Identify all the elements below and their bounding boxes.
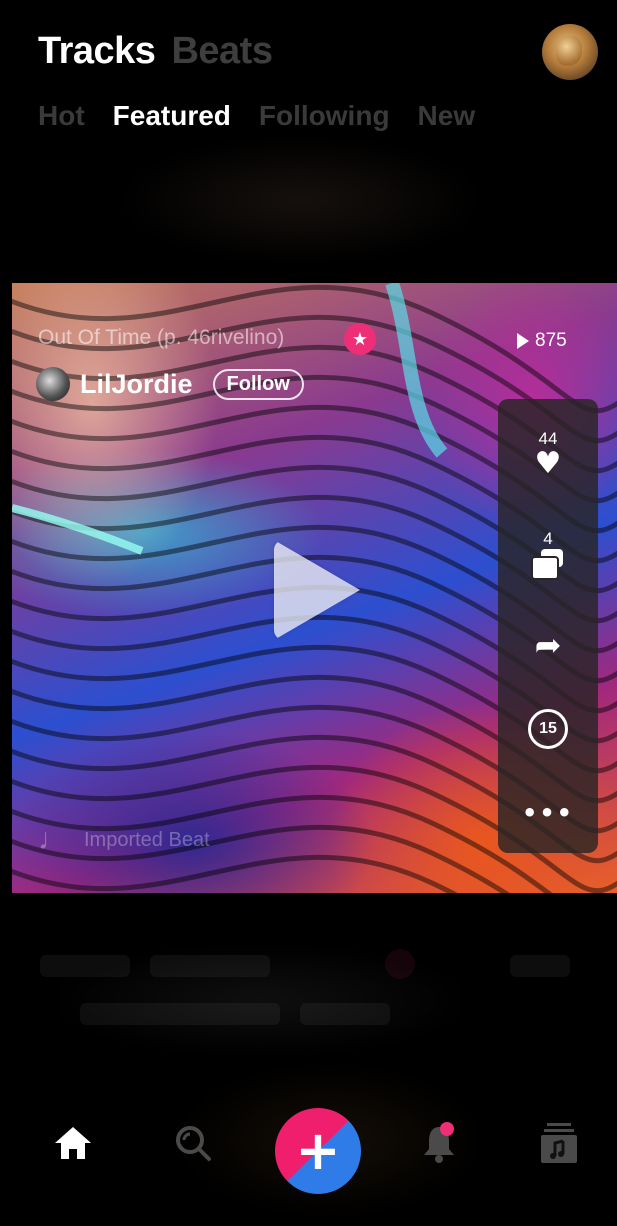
heart-icon[interactable]: ♥: [498, 449, 598, 479]
share-icon[interactable]: ➦: [498, 629, 598, 661]
follow-button[interactable]: Follow: [212, 368, 304, 400]
artist-name[interactable]: LilJordie: [80, 369, 193, 400]
next-track-preview: [40, 949, 580, 1035]
tab-hot[interactable]: Hot: [38, 100, 85, 132]
comments-icon[interactable]: [531, 549, 565, 580]
replay-action[interactable]: 15: [498, 709, 598, 749]
beat-source-label: Imported Beat: [84, 828, 210, 851]
comment-count: 4: [543, 529, 553, 548]
more-action[interactable]: •••: [498, 799, 598, 827]
play-count: 875: [517, 330, 567, 352]
track-card[interactable]: Out Of Time (p. 46rivelino) ★ 875 LilJor…: [12, 283, 617, 893]
action-panel: 44 ♥ 4 ➦ 15 •••: [498, 399, 598, 853]
bell-icon[interactable]: [416, 1120, 462, 1166]
play-count-value: 875: [535, 330, 567, 351]
replay-15-icon[interactable]: 15: [528, 709, 568, 749]
featured-star-icon: ★: [344, 323, 376, 355]
app-screen: Tracks Beats Hot Featured Following New: [0, 0, 617, 1226]
primary-tabs: Tracks Beats: [38, 30, 273, 73]
comment-action[interactable]: 4: [498, 529, 598, 583]
user-avatar[interactable]: [542, 24, 598, 80]
tab-tracks[interactable]: Tracks: [38, 30, 156, 73]
more-icon[interactable]: •••: [498, 799, 598, 827]
create-button[interactable]: +: [275, 1108, 361, 1194]
play-button[interactable]: [274, 540, 360, 640]
feed-tabs: Hot Featured Following New: [38, 100, 475, 132]
music-library-icon[interactable]: [536, 1120, 582, 1166]
tab-following[interactable]: Following: [259, 100, 390, 132]
notification-dot: [440, 1122, 454, 1136]
tab-new[interactable]: New: [418, 100, 476, 132]
track-title[interactable]: Out Of Time (p. 46rivelino): [38, 326, 284, 350]
like-action[interactable]: 44 ♥: [498, 429, 598, 479]
beat-source[interactable]: ♩ Imported Beat: [38, 823, 210, 857]
home-icon[interactable]: [50, 1120, 96, 1166]
search-icon[interactable]: [170, 1120, 216, 1166]
share-action[interactable]: ➦: [498, 629, 598, 661]
artist-row: LilJordie Follow: [36, 367, 304, 401]
bottom-nav: +: [0, 1100, 617, 1226]
music-note-icon: ♩: [38, 823, 68, 856]
play-count-icon: [517, 333, 529, 349]
tab-featured[interactable]: Featured: [113, 100, 231, 132]
tab-beats[interactable]: Beats: [171, 30, 273, 73]
artist-avatar[interactable]: [36, 367, 70, 401]
